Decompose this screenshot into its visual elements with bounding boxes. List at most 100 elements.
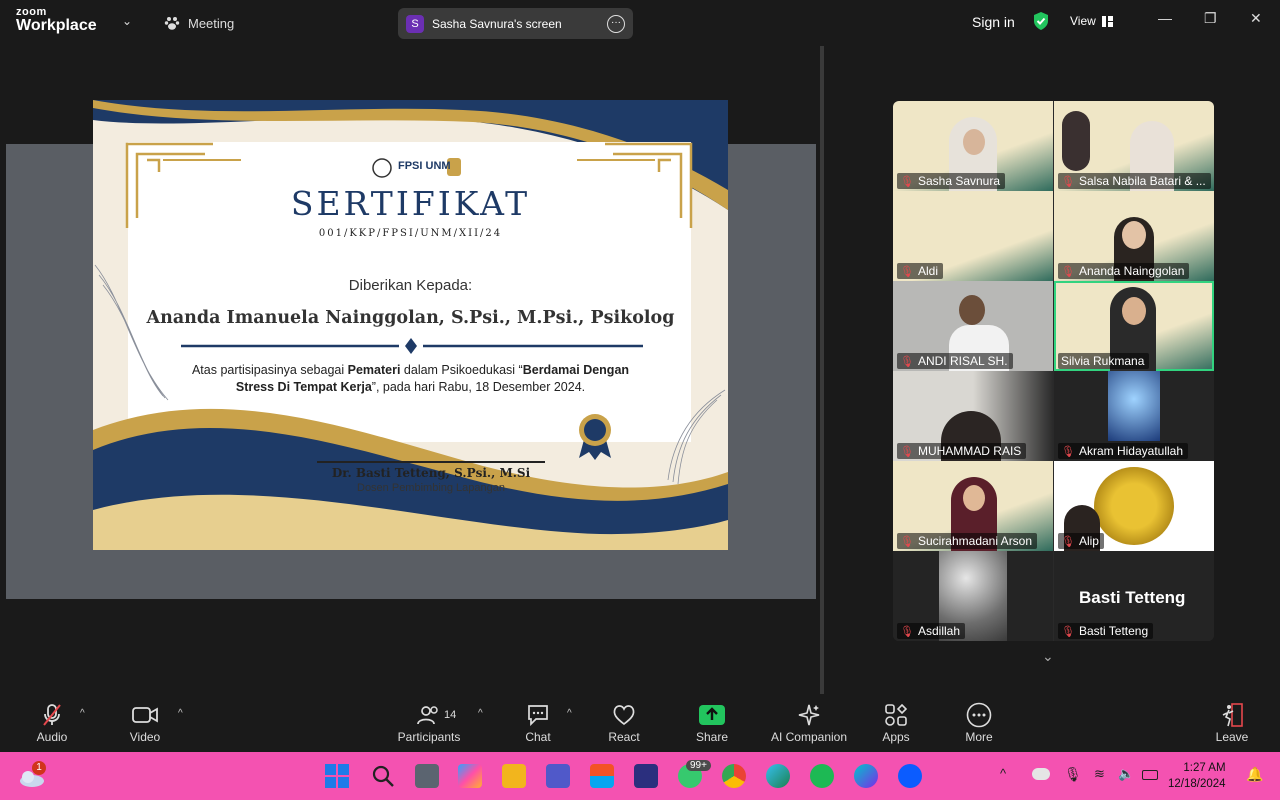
ai-companion-button[interactable]: AI Companion [766, 700, 852, 744]
certificate-title: SERTIFIKAT [290, 184, 531, 223]
signer-name: Dr. Basti Tetteng, S.Psi., M.Si [331, 466, 531, 480]
mic-muted-icon: 🎙 [900, 625, 914, 638]
video-tile-active-speaker[interactable]: Silvia Rukmana [1054, 281, 1214, 371]
apps-icon [885, 704, 907, 726]
app-icon[interactable] [634, 764, 658, 788]
teams-icon[interactable] [546, 764, 570, 788]
screen-share-pill[interactable]: S Sasha Savnura's screen ··· [398, 8, 633, 39]
participant-label: 🎙 Salsa Nabila Batari & ... [1058, 173, 1211, 189]
chat-options-caret-icon[interactable]: ^ [567, 708, 572, 719]
video-tile[interactable]: 🎙 ANDI RISAL SH. [893, 281, 1053, 371]
audio-button[interactable]: Audio [32, 700, 72, 744]
canva-icon[interactable] [854, 764, 878, 788]
video-tile[interactable]: 🎙 Salsa Nabila Batari & ... [1054, 101, 1214, 191]
restore-icon[interactable]: ❐ [1204, 10, 1217, 27]
sparkle-icon [798, 704, 820, 726]
chrome-icon[interactable] [722, 764, 746, 788]
participant-label: 🎙 Aldi [897, 263, 943, 279]
video-tile[interactable]: 🎙 Aldi [893, 191, 1053, 281]
leave-button[interactable]: Leave [1212, 700, 1252, 744]
notification-bell-icon[interactable]: 🔔 [1246, 766, 1263, 783]
signer-role: Dosen Pembimbing Lapangan [357, 482, 505, 494]
view-label: View [1070, 14, 1096, 28]
onedrive-icon[interactable] [1032, 768, 1050, 780]
participants-gallery: 🎙 Sasha Savnura 🎙 Salsa Nabila Batari & ..… [893, 101, 1214, 641]
video-button[interactable]: Video [124, 700, 166, 744]
apps-button[interactable]: Apps [878, 700, 914, 744]
spotify-icon[interactable] [810, 764, 834, 788]
view-button[interactable]: View [1070, 14, 1113, 28]
heart-icon [613, 705, 635, 726]
participant-name: Akram Hidayatullah [1078, 444, 1184, 458]
video-options-caret-icon[interactable]: ^ [178, 708, 183, 719]
mic-muted-icon: 🎙 [1061, 175, 1075, 188]
chat-label: Chat [525, 730, 551, 744]
mic-muted-icon: 🎙 [900, 445, 914, 458]
participant-label: 🎙 Akram Hidayatullah [1058, 443, 1189, 459]
volume-icon[interactable]: 🔈 [1118, 766, 1134, 782]
zoom-app-icon[interactable] [898, 764, 922, 788]
participants-count: 14 [444, 709, 457, 721]
battery-icon[interactable] [1142, 770, 1158, 780]
taskbar-clock[interactable]: 1:27 AM 12/18/2024 [1168, 760, 1226, 792]
participant-name: Asdillah [917, 624, 960, 638]
mic-muted-icon: 🎙 [900, 355, 914, 368]
system-tray-caret-icon[interactable]: ^ [1000, 766, 1006, 781]
microphone-icon[interactable]: 🎙 [1064, 766, 1082, 783]
windows-start-icon[interactable] [325, 764, 349, 788]
meeting-label: Meeting [188, 15, 235, 31]
edge-icon[interactable] [766, 764, 790, 788]
more-button[interactable]: More [960, 700, 998, 744]
participant-label: 🎙 MUHAMMAD RAIS [897, 443, 1027, 459]
copilot-icon[interactable] [458, 764, 482, 788]
close-icon[interactable]: ✕ [1250, 10, 1262, 27]
video-tile[interactable]: 🎙 Alip [1054, 461, 1214, 551]
body-pre: Atas partisipasinya sebagai [191, 363, 348, 377]
video-tile[interactable]: 🎙 Sasha Savnura [893, 101, 1053, 191]
clock-time: 1:27 AM [1183, 762, 1226, 774]
react-label: React [608, 730, 640, 744]
participants-icon [417, 706, 438, 725]
meeting-button[interactable]: Meeting [164, 15, 234, 31]
sign-in-button[interactable]: Sign in [972, 14, 1015, 30]
chat-icon [528, 705, 548, 726]
participant-label: Silvia Rukmana [1058, 353, 1150, 369]
video-tile[interactable]: 🎙 MUHAMMAD RAIS [893, 371, 1053, 461]
participant-label: 🎙 Basti Tetteng [1058, 623, 1154, 639]
body-topic-a: Berdamai [522, 363, 580, 377]
grid-view-icon [1101, 15, 1113, 27]
video-tile[interactable]: 🎙 Asdillah [893, 551, 1053, 641]
share-button[interactable]: Share [693, 700, 731, 744]
given-to-label: Diberikan Kepada: [348, 277, 473, 294]
participants-options-caret-icon[interactable]: ^ [478, 708, 483, 719]
security-shield-icon[interactable] [1032, 11, 1050, 31]
os-taskbar: 1 99+ ^ 🎙 ≋ 🔈 🔔 [0, 752, 1280, 800]
audio-options-caret-icon[interactable]: ^ [80, 708, 85, 719]
chevron-down-icon[interactable]: ⌄ [122, 14, 132, 28]
video-tile[interactable]: 🎙 Ananda Nainggolan [1054, 191, 1214, 281]
participant-name: Salsa Nabila Batari & ... [1078, 174, 1206, 188]
zoom-logo[interactable]: zoom Workplace [16, 7, 97, 34]
wifi-icon[interactable]: ≋ [1094, 766, 1105, 782]
panel-divider[interactable] [820, 46, 824, 694]
gallery-scroll-down-icon[interactable]: ⌄ [1042, 648, 1054, 665]
file-explorer-icon[interactable] [502, 764, 526, 788]
task-view-icon[interactable] [415, 764, 439, 788]
mic-muted-icon: 🎙 [900, 175, 914, 188]
minimize-icon[interactable]: — [1158, 10, 1172, 26]
share-screen-icon [699, 705, 725, 725]
store-icon[interactable] [590, 764, 614, 788]
participants-button[interactable]: Participants [396, 700, 462, 744]
notification-badge: 99+ [686, 760, 711, 771]
search-icon[interactable] [371, 764, 395, 788]
participant-label: 🎙 Sasha Savnura [897, 173, 1006, 189]
chat-button[interactable]: Chat [520, 700, 556, 744]
more-options-icon[interactable]: ··· [607, 14, 625, 33]
mic-muted-icon: 🎙 [1061, 535, 1075, 548]
react-button[interactable]: React [604, 700, 644, 744]
video-tile[interactable]: 🎙 Akram Hidayatullah [1054, 371, 1214, 461]
mic-muted-icon: 🎙 [1061, 265, 1075, 278]
video-tile[interactable]: 🎙 Sucirahmadani Arson [893, 461, 1053, 551]
participant-name: Aldi [917, 264, 938, 278]
sharer-avatar: S [406, 14, 424, 33]
